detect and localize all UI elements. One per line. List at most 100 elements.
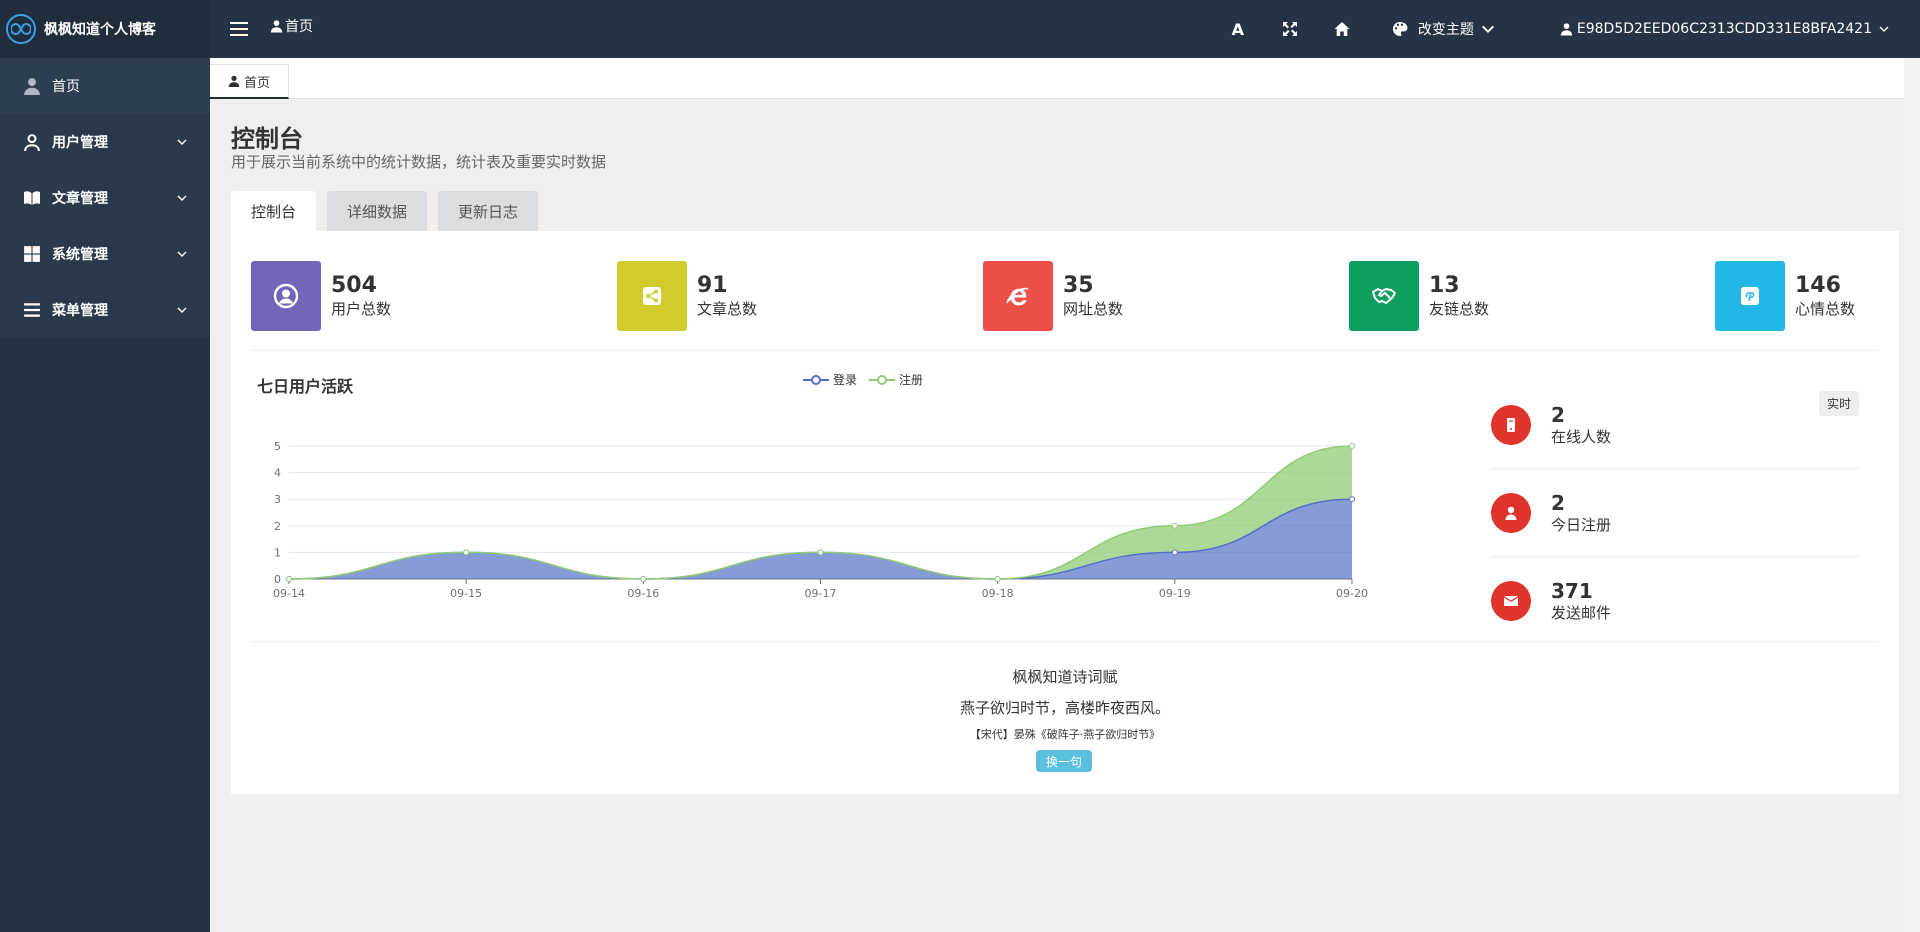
user-icon — [270, 20, 283, 33]
list-icon — [22, 300, 42, 320]
realtime-label: 今日注册 — [1551, 515, 1612, 534]
sidebar: 枫枫知道个人博客 首页 用户管理 文章管理 系统管理 菜单管理 — [0, 0, 210, 932]
user-activity-chart: 0 1 2 3 4 5 09-14 09-15 09-16 09-17 09-18 09-19 09-2… — [273, 440, 1368, 600]
chevron-down-icon — [1481, 25, 1494, 33]
stat-value: 35 — [1063, 273, 1094, 298]
header-home-label: 首页 — [285, 19, 313, 35]
user-icon — [1491, 492, 1531, 533]
palette-icon — [1392, 22, 1408, 36]
sidebar-item-menu-management[interactable]: 菜单管理 — [0, 282, 210, 338]
sidebar-item-user-management[interactable]: 用户管理 — [0, 114, 210, 170]
stat-moods: 146 心情总数 — [1715, 261, 1855, 331]
hamburger-icon[interactable] — [230, 22, 248, 36]
stat-value: 504 — [331, 273, 377, 298]
stat-users: 504 用户总数 — [251, 261, 391, 331]
poem-title: 枫枫知道诗词赋 — [1012, 668, 1118, 686]
user-dropdown[interactable]: E98D5D2EED06C2313CDD331E8BFA2421 — [1560, 21, 1890, 37]
page-tabbar: 首页 — [210, 58, 1920, 99]
stat-label: 友链总数 — [1429, 300, 1490, 318]
x-tick-label: 09-18 — [982, 587, 1014, 600]
x-tick-label: 09-16 — [627, 587, 659, 600]
stat-urls: 35 网址总数 — [983, 261, 1123, 331]
poem-source: 【宋代】晏殊《破阵子·燕子欲归时节》 — [969, 728, 1161, 741]
chevron-down-icon — [177, 307, 187, 313]
sidebar-item-label: 菜单管理 — [52, 303, 108, 319]
stat-value: 146 — [1795, 273, 1841, 298]
tab-home-label: 首页 — [244, 75, 271, 91]
tab-home[interactable]: 首页 — [210, 64, 290, 99]
brand[interactable]: 枫枫知道个人博客 — [0, 0, 210, 58]
logo-icon — [6, 14, 36, 44]
realtime-value: 2 — [1551, 402, 1565, 427]
legend-marker-icon — [803, 374, 829, 385]
data-point-register — [286, 576, 292, 582]
sidebar-group: 用户管理 文章管理 系统管理 菜单管理 — [0, 114, 210, 338]
y-tick-label: 3 — [274, 493, 281, 506]
page-description: 用于展示当前系统中的统计数据，统计表及重要实时数据 — [231, 153, 607, 171]
dashboard-card: 504 用户总数 91 文章总数 35 网址总数 13 友链总数 146 心情总… — [231, 231, 1899, 794]
realtime-today-registrations: 2 今日注册 — [1491, 469, 1859, 557]
legend-item-login[interactable]: 登录 — [803, 371, 857, 388]
stat-label: 用户总数 — [331, 300, 392, 318]
data-point-login — [1349, 496, 1355, 503]
y-tick-label: 2 — [274, 520, 281, 533]
change-theme-dropdown[interactable]: 改变主题 — [1392, 19, 1506, 39]
chart-title: 七日用户活跃 — [257, 377, 354, 396]
x-tick-label: 09-17 — [805, 587, 837, 600]
sidebar-item-system-management[interactable]: 系统管理 — [0, 226, 210, 282]
font-icon-glyph: A — [1231, 19, 1245, 39]
realtime-value: 2 — [1551, 490, 1565, 515]
vertical-scrollbar[interactable] — [1904, 58, 1920, 932]
data-point-register — [1349, 443, 1355, 449]
sidebar-menu: 首页 用户管理 文章管理 系统管理 菜单管理 — [0, 58, 210, 338]
realtime-online-users: 2 在线人数 — [1491, 381, 1859, 469]
legend-item-register[interactable]: 注册 — [869, 371, 923, 388]
data-point-register — [463, 549, 470, 556]
chevron-down-icon — [177, 251, 187, 257]
data-point-register — [994, 576, 1001, 582]
x-tick-label: 09-15 — [450, 587, 482, 600]
y-tick-label: 1 — [274, 546, 281, 559]
user-icon — [1560, 23, 1573, 36]
brand-title: 枫枫知道个人博客 — [44, 22, 156, 38]
legend-marker-icon — [869, 374, 895, 385]
user-name: E98D5D2EED06C2313CDD331E8BFA2421 — [1576, 21, 1872, 37]
font-icon[interactable]: A — [1218, 0, 1258, 58]
data-point-register — [817, 549, 824, 556]
content-tabs: 控制台 详细数据 更新日志 — [231, 191, 549, 231]
realtime-value: 371 — [1551, 579, 1593, 603]
change-theme-label: 改变主题 — [1417, 22, 1474, 38]
chevron-down-icon — [1879, 26, 1889, 32]
legend-label: 登录 — [833, 373, 858, 387]
top-header: 首页 A 改变主题 E98D5D2EED06C2313CDD331E8BFA24… — [210, 0, 1920, 58]
windows-icon — [22, 244, 42, 264]
data-point-register — [640, 576, 647, 582]
tab-dashboard[interactable]: 控制台 — [231, 191, 317, 231]
home-icon[interactable] — [1322, 0, 1362, 58]
stat-value: 91 — [697, 273, 728, 298]
sidebar-item-home[interactable]: 首页 — [0, 58, 210, 114]
next-poem-button[interactable]: 换一句 — [1036, 750, 1092, 772]
realtime-label: 在线人数 — [1551, 427, 1612, 446]
x-tick-label: 09-14 — [273, 587, 305, 600]
y-tick-label: 5 — [274, 440, 281, 453]
stat-label: 文章总数 — [697, 300, 758, 318]
page-title: 控制台 — [231, 125, 303, 153]
y-tick-label: 4 — [274, 467, 281, 480]
x-tick-label: 09-20 — [1336, 587, 1368, 600]
realtime-panel: 实时 2 在线人数 2 今日注册 371 发送邮件 — [1491, 381, 1859, 645]
tab-detailed-data[interactable]: 详细数据 — [327, 191, 428, 231]
divider — [251, 350, 1879, 351]
tab-changelog[interactable]: 更新日志 — [438, 191, 539, 231]
stat-value: 13 — [1429, 273, 1460, 298]
sidebar-item-label: 用户管理 — [52, 135, 108, 151]
realtime-label: 发送邮件 — [1551, 604, 1612, 622]
y-tick-label: 0 — [274, 573, 281, 586]
sidebar-item-label: 文章管理 — [52, 191, 108, 207]
header-home-link[interactable]: 首页 — [270, 16, 313, 36]
sidebar-item-article-management[interactable]: 文章管理 — [0, 170, 210, 226]
fullscreen-icon[interactable] — [1270, 0, 1310, 58]
stat-articles: 91 文章总数 — [617, 261, 757, 331]
data-point-login — [1171, 549, 1178, 556]
divider — [251, 641, 1879, 642]
